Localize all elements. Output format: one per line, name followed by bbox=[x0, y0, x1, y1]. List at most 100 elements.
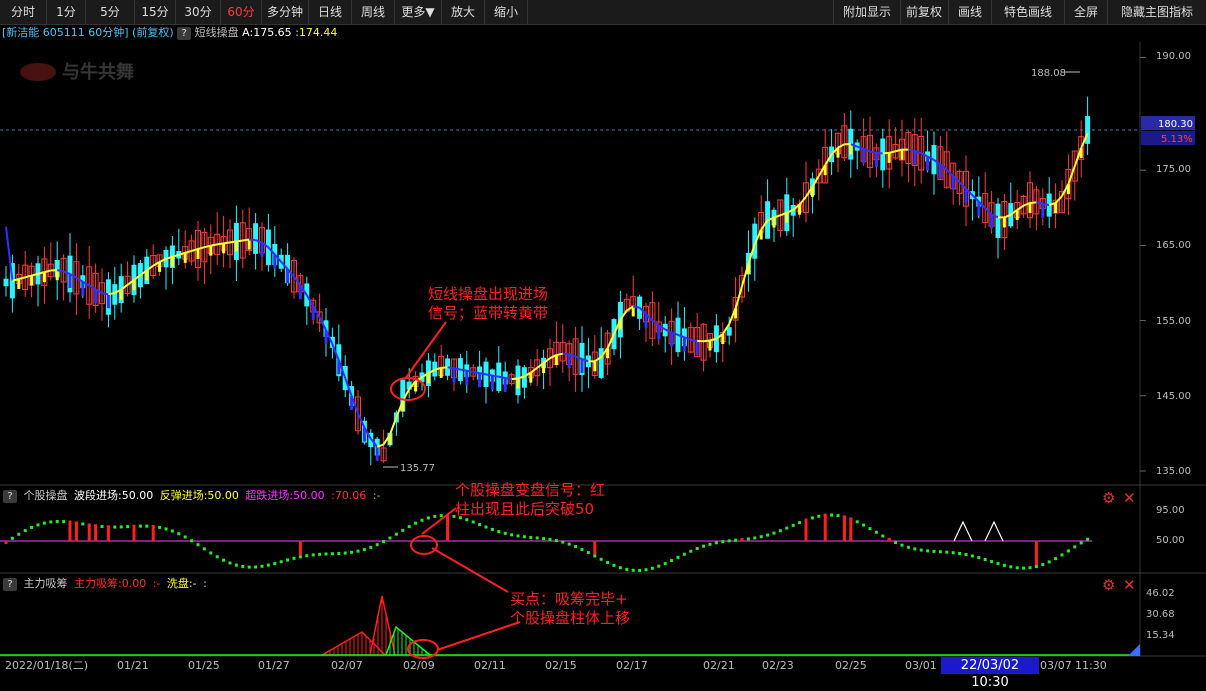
band-bar bbox=[427, 373, 430, 383]
date-label: 02/07 bbox=[331, 659, 363, 672]
buy-point-pointer-b bbox=[437, 622, 520, 650]
stock-operation-signals bbox=[5, 514, 1090, 572]
signal-bar bbox=[446, 514, 449, 541]
signal-bar bbox=[824, 514, 827, 541]
signal-dot bbox=[945, 551, 948, 554]
candle-body bbox=[112, 284, 117, 305]
pane2-header: ? 个股操盘 波段进场:50.00 反弹进场:50.00 超跌进场:50.00 … bbox=[0, 487, 384, 505]
signal-dot bbox=[216, 555, 219, 558]
signal-dot bbox=[657, 565, 660, 568]
pane2-close-icon[interactable]: ✕ bbox=[1123, 489, 1136, 507]
signal-dot bbox=[958, 552, 961, 555]
pane2-param-5: :- bbox=[373, 489, 381, 502]
signal-dot bbox=[965, 553, 968, 556]
pane3-param-3: 洗盘:- bbox=[167, 577, 197, 590]
signal-bar bbox=[741, 538, 744, 541]
signal-dot bbox=[971, 554, 974, 557]
high-marker: 188.08 bbox=[1031, 68, 1080, 79]
signal-bar bbox=[94, 524, 97, 541]
band-bar bbox=[824, 165, 827, 175]
pane2-title: 个股操盘 bbox=[24, 489, 68, 502]
signal-dot bbox=[101, 525, 104, 528]
signal-dot bbox=[920, 549, 923, 552]
chart-canvas[interactable]: 与牛共舞 188.08 135.77 180.30 5.13% 2 bbox=[0, 0, 1206, 675]
band-segment bbox=[908, 150, 914, 151]
band-bar bbox=[1067, 184, 1070, 194]
signal-dot bbox=[664, 562, 667, 565]
signal-dot bbox=[408, 525, 411, 528]
candle-body bbox=[253, 223, 258, 254]
band-segment bbox=[44, 270, 50, 272]
signal-dot bbox=[798, 521, 801, 524]
signal-dot bbox=[440, 514, 443, 517]
pane2-tick-95: 95.00 bbox=[1156, 505, 1185, 516]
band-segment bbox=[185, 251, 191, 253]
signal-dot bbox=[81, 522, 84, 525]
band-segment bbox=[211, 244, 217, 245]
band-bar bbox=[133, 280, 136, 290]
signal-dot bbox=[331, 552, 334, 555]
band-bar bbox=[120, 290, 123, 300]
band-bar bbox=[683, 337, 686, 351]
signal-dot bbox=[126, 525, 129, 528]
signal-dot bbox=[862, 524, 865, 527]
pane2-settings-icon[interactable]: ⚙ bbox=[1102, 489, 1115, 507]
signal-dot bbox=[49, 520, 52, 523]
signal-dot bbox=[401, 529, 404, 532]
band-segment bbox=[89, 286, 95, 290]
pane2-param-2: 反弹进场:50.00 bbox=[160, 489, 239, 502]
signal-dot bbox=[190, 539, 193, 542]
signal-dot bbox=[549, 538, 552, 541]
band-segment bbox=[652, 320, 658, 325]
signal-dot bbox=[267, 564, 270, 567]
signal-dot bbox=[5, 541, 8, 544]
price-tick-165: 165.00 bbox=[1156, 240, 1191, 251]
band-bar bbox=[811, 187, 814, 197]
price-tick-155: 155.00 bbox=[1156, 316, 1191, 327]
band-segment bbox=[467, 371, 473, 372]
signal-dot bbox=[165, 527, 168, 530]
band-bar bbox=[798, 205, 801, 215]
pane3-settings-icon[interactable]: ⚙ bbox=[1102, 576, 1115, 594]
band-bar bbox=[171, 257, 174, 267]
signal-dot bbox=[222, 559, 225, 562]
date-label: 02/21 bbox=[703, 659, 735, 672]
signal-dot bbox=[421, 519, 424, 522]
pane3-help-icon[interactable]: ? bbox=[3, 578, 17, 591]
signal-dot bbox=[261, 565, 264, 568]
signal-dot bbox=[689, 550, 692, 553]
band-bar bbox=[837, 148, 840, 158]
date-label: 03/07 bbox=[1040, 659, 1072, 672]
signal-dot bbox=[56, 520, 59, 523]
change-percent-label: 5.13% bbox=[1161, 134, 1193, 145]
band-bar bbox=[17, 279, 20, 289]
pane2-help-icon[interactable]: ? bbox=[3, 490, 17, 503]
signal-dot bbox=[837, 514, 840, 517]
band-segment bbox=[358, 413, 364, 427]
band-bar bbox=[747, 264, 750, 274]
signal-dot bbox=[1009, 565, 1012, 568]
signal-dot bbox=[433, 515, 436, 518]
band-bar bbox=[696, 341, 699, 355]
band-bar bbox=[709, 340, 712, 350]
signal-dot bbox=[632, 569, 635, 572]
signal-dot bbox=[344, 552, 347, 555]
date-label: 02/23 bbox=[762, 659, 794, 672]
pane3-close-icon[interactable]: ✕ bbox=[1123, 576, 1136, 594]
pane2-param-3: 超跌进场:50.00 bbox=[245, 489, 324, 502]
band-bar bbox=[414, 381, 417, 391]
signal-dot bbox=[472, 521, 475, 524]
signal-dot bbox=[139, 525, 142, 528]
band-segment bbox=[492, 376, 498, 377]
signal-dot bbox=[184, 535, 187, 538]
band-bar bbox=[145, 270, 148, 280]
scroll-corner-icon[interactable] bbox=[1128, 644, 1140, 656]
band-bar bbox=[261, 243, 264, 257]
signal-dot bbox=[913, 547, 916, 550]
signal-dot bbox=[312, 553, 315, 556]
band-bar bbox=[81, 282, 84, 296]
date-label: 2022/01/18(二) bbox=[5, 659, 88, 672]
signal-dot bbox=[414, 522, 417, 525]
band-bar bbox=[529, 373, 532, 383]
band-bar bbox=[465, 371, 468, 385]
